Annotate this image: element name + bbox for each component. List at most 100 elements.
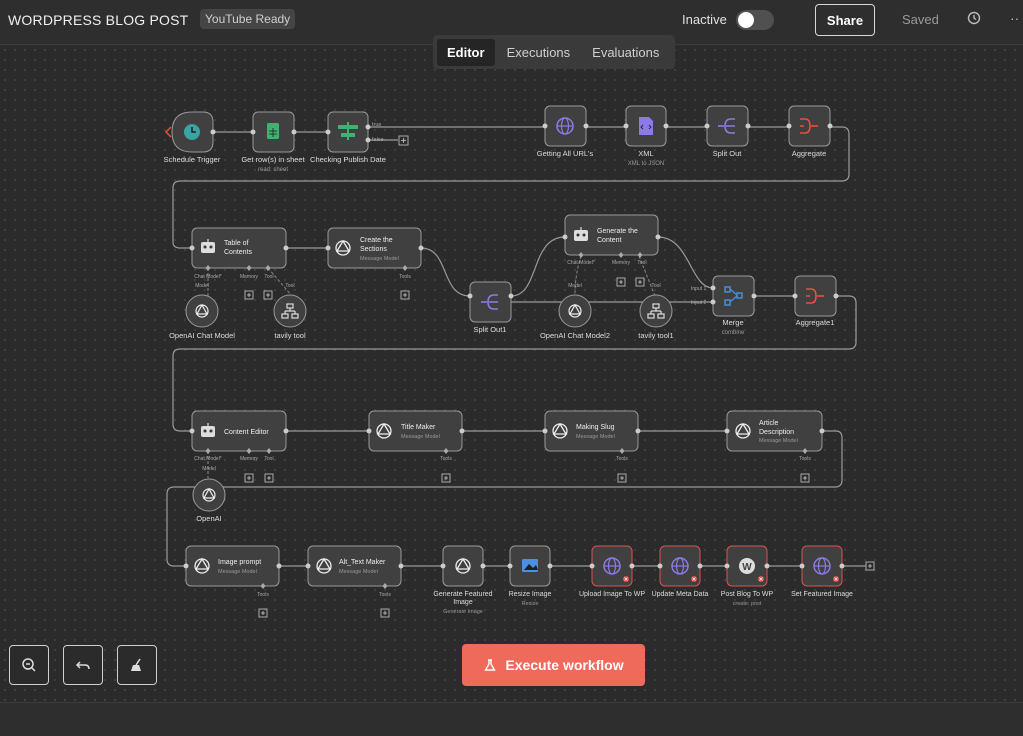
workflow-canvas[interactable]: Schedule Trigger Get row(s) in sheet rea…	[0, 45, 1023, 702]
bottom-panel-bar	[0, 702, 1023, 736]
create-sections-title-line2: Sections	[360, 246, 387, 253]
article-description-node[interactable]: Article Description Message Model Tools	[724, 410, 825, 483]
undo-button[interactable]	[63, 645, 103, 685]
generate-content-title-line2: Content	[597, 237, 622, 244]
saved-status: Saved	[902, 12, 939, 27]
aggregate-node[interactable]: Aggregate	[786, 105, 833, 158]
toc-title-line1: Table of	[224, 240, 249, 247]
title-maker-node[interactable]: Title Maker Message Model Tools	[366, 410, 465, 483]
alt-text-maker-sublabel: Message Model	[339, 569, 378, 575]
article-description-title-line2: Description	[759, 429, 794, 436]
content-editor-title: Content Editor	[224, 429, 269, 436]
tavily-tool1-label: tavily tool1	[638, 331, 673, 340]
schedule-trigger-label: Schedule Trigger	[164, 155, 221, 164]
split-out1-node[interactable]: Split Out1	[467, 281, 514, 334]
more-options-icon[interactable]: ··	[1010, 10, 1019, 26]
zoom-out-button[interactable]	[9, 645, 49, 685]
content-editor-memory-port: Memory	[240, 456, 259, 462]
aggregate1-label: Aggregate1	[796, 318, 835, 327]
resize-image-node[interactable]: Resize Image Resize	[507, 545, 553, 607]
history-icon[interactable]	[966, 10, 982, 26]
post-blog-to-wp-label: Post Blog To WP	[721, 591, 774, 598]
aggregate-label: Aggregate	[792, 149, 827, 158]
split-out-label: Split Out	[713, 149, 743, 158]
active-toggle[interactable]	[736, 10, 774, 30]
create-sections-tools-port: Tools	[399, 274, 411, 280]
share-button[interactable]: Share	[815, 4, 875, 36]
set-featured-image-node[interactable]: Set Featured Image	[791, 545, 875, 598]
true-branch-label: true	[372, 122, 381, 128]
tab-executions[interactable]: Executions	[497, 39, 581, 66]
tavily-tool1-node[interactable]: Tool tavily tool1	[638, 283, 673, 340]
image-prompt-sublabel: Message Model	[218, 569, 257, 575]
alt-text-maker-title: Alt_Text Maker	[339, 559, 386, 566]
openai-chat-model2-port: Model	[568, 283, 582, 289]
generate-content-node[interactable]: Generate the Content Chat Model* Memory …	[562, 214, 661, 287]
tavily-tool1-port: Tool	[651, 283, 660, 289]
toc-title-line2: Contents	[224, 249, 253, 256]
create-sections-title-line1: Create the	[360, 237, 393, 244]
get-rows-sublabel: read: sheet	[258, 167, 288, 173]
generate-featured-image-node[interactable]: Generate Featured Image Generate Image	[433, 545, 493, 615]
merge-node[interactable]: Input 1 Input 2 Merge combine	[691, 275, 757, 336]
workflow-graph: Schedule Trigger Get row(s) in sheet rea…	[164, 105, 875, 618]
article-description-title-line1: Article	[759, 420, 779, 427]
wordpress-icon: W	[739, 558, 755, 574]
merge-input1-label: Input 1	[691, 286, 707, 292]
tab-evaluations[interactable]: Evaluations	[582, 39, 669, 66]
making-slug-tools-port: Tools	[616, 456, 628, 462]
title-maker-title: Title Maker	[401, 424, 436, 431]
workflow-tag[interactable]: YouTube Ready	[200, 9, 296, 29]
error-icon	[758, 576, 764, 582]
making-slug-node[interactable]: Making Slug Message Model Tools	[542, 410, 641, 483]
title-maker-tools-port: Tools	[440, 456, 452, 462]
workflow-title[interactable]: WORDPRESS BLOG POST	[8, 12, 188, 28]
upload-image-to-wp-node[interactable]: Upload Image To WP	[579, 545, 645, 598]
image-prompt-tools-port: Tools	[257, 592, 269, 598]
merge-input2-label: Input 2	[691, 300, 707, 306]
zoom-out-icon	[22, 658, 36, 672]
openai-chat-model-port: Model	[195, 283, 209, 289]
update-meta-data-node[interactable]: Update Meta Data	[652, 545, 709, 598]
split-out-node[interactable]: Split Out	[704, 105, 751, 158]
error-icon	[691, 576, 697, 582]
tab-editor[interactable]: Editor	[437, 38, 495, 66]
image-prompt-title: Image prompt	[218, 559, 261, 566]
get-rows-node[interactable]: Get row(s) in sheet read: sheet	[241, 111, 306, 173]
content-editor-tool-port: Tool	[264, 456, 273, 462]
view-tabs: Editor Executions Evaluations	[433, 35, 675, 69]
connections	[166, 126, 866, 567]
create-sections-sublabel: Message Model	[360, 256, 399, 262]
xml-node[interactable]: XML XML to JSON	[623, 105, 669, 167]
post-blog-to-wp-node[interactable]: W Post Blog To WP create: post	[721, 545, 774, 607]
openai-node[interactable]: Model OpenAI	[192, 466, 226, 523]
generate-featured-image-sublabel: Generate Image	[443, 609, 483, 615]
tavily-tool-node[interactable]: Tool tavily tool	[273, 283, 307, 340]
svg-text:W: W	[742, 562, 752, 573]
active-status-label: Inactive	[682, 12, 727, 27]
xml-file-icon	[639, 117, 653, 135]
resize-image-sublabel: Resize	[522, 601, 539, 607]
getting-all-urls-node[interactable]: Getting All URL's	[537, 105, 594, 158]
create-sections-node[interactable]: Create the Sections Message Model Tools	[325, 227, 424, 300]
openai-chat-model-node[interactable]: Model OpenAI Chat Model	[169, 283, 235, 340]
title-maker-sublabel: Message Model	[401, 434, 440, 440]
schedule-trigger-node[interactable]: Schedule Trigger	[164, 111, 221, 164]
generate-featured-image-label-line2: Image	[453, 599, 473, 606]
checking-publish-date-label: Checking Publish Date	[310, 155, 386, 164]
content-editor-chat-port: Chat Model*	[194, 456, 222, 462]
aggregate1-node[interactable]: Aggregate1	[792, 275, 839, 327]
split-out1-label: Split Out1	[474, 325, 507, 334]
making-slug-title: Making Slug	[576, 424, 615, 431]
checking-publish-date-node[interactable]: true false Checking Publish Date	[310, 111, 409, 164]
image-prompt-node[interactable]: Image prompt Message Model Tools	[183, 545, 282, 618]
trigger-bolt-icon	[164, 126, 172, 138]
tavily-tool-port: Tool	[285, 283, 294, 289]
tavily-tool-label: tavily tool	[274, 331, 306, 340]
execute-workflow-button[interactable]: Execute workflow	[462, 644, 645, 686]
set-featured-image-label: Set Featured Image	[791, 591, 853, 598]
alt-text-maker-tools-port: Tools	[379, 592, 391, 598]
tidy-up-button[interactable]	[117, 645, 157, 685]
get-rows-label: Get row(s) in sheet	[241, 155, 305, 164]
alt-text-maker-node[interactable]: Alt_Text Maker Message Model Tools	[305, 545, 404, 618]
